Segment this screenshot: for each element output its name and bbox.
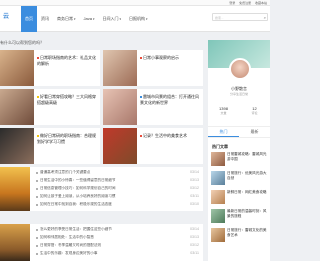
article-title[interactable]: 日常小事观察的启示 bbox=[143, 55, 179, 60]
article-list-panel-2: 怎么更好的享受日常生活：把握住这些小细节 03/14 如何和邻居相处：生活中的小智… bbox=[0, 224, 203, 261]
nav-item-home[interactable]: 首页 bbox=[21, 6, 37, 32]
search-placeholder: 搜索... bbox=[215, 16, 224, 20]
badge-icon bbox=[37, 57, 39, 59]
profile-tagline: 分享生活日常 bbox=[229, 92, 248, 96]
site-logo[interactable]: 云 bbox=[3, 11, 9, 20]
list-item[interactable]: 日常生活中的小惊喜：一些值得留意的日常细节 03/13 bbox=[36, 178, 201, 186]
sidebar-thumbnail[interactable] bbox=[211, 209, 225, 223]
badge-icon bbox=[37, 135, 39, 137]
list-item[interactable]: 普通高考须注意的几个关键要点 03/14 bbox=[36, 170, 201, 178]
badge-icon bbox=[140, 135, 142, 137]
featured-grid: 日常职场指南的艺术：礼品文化的解析 日常小事观察的启示 好看日常穿搭攻略？三大风… bbox=[0, 50, 203, 165]
sidebar-item[interactable]: 日常雷城攻略：雷城风光游中国 bbox=[211, 152, 269, 168]
article-thumbnail[interactable] bbox=[103, 89, 137, 125]
sidebar-thumbnail[interactable] bbox=[211, 190, 225, 204]
chevron-down-icon: ▾ bbox=[74, 17, 76, 21]
badge-icon bbox=[140, 96, 142, 98]
article-card[interactable]: 日常小事观察的启示 bbox=[103, 50, 203, 86]
article-thumbnail[interactable] bbox=[0, 128, 34, 164]
badge-icon bbox=[37, 96, 39, 98]
list-item[interactable]: 如何让孩子爱上阅读，从小培养良好的阅读习惯 03/11 bbox=[36, 194, 201, 202]
register-link[interactable]: 免费注册 bbox=[239, 1, 251, 5]
sidebar-thumbnail[interactable] bbox=[211, 171, 225, 185]
article-card[interactable]: 好看日常穿搭攻略？三大风格穿搭超级高级 bbox=[0, 89, 100, 125]
stat-articles: 1398 文章 bbox=[219, 106, 228, 115]
sidebar-item[interactable]: 新鲜日常：网红美食攻略 bbox=[211, 190, 269, 206]
search-icon[interactable]: ⌕ bbox=[264, 15, 266, 20]
top-links: 登录 免费注册 收藏本站 bbox=[226, 1, 267, 5]
chevron-down-icon: ▾ bbox=[119, 17, 121, 21]
sidebar-item[interactable]: 日常旅行：优美风光游大自然 bbox=[211, 171, 269, 187]
sidebar-tabs: 热门 最新 bbox=[208, 126, 270, 138]
avatar[interactable] bbox=[229, 58, 251, 80]
list-item[interactable]: 日常穿搭：冬季温暖又时尚的搭配法则 03/12 bbox=[36, 243, 201, 251]
article-card[interactable]: 雷城市风景的组合：打开通往风景文化的新世界 bbox=[103, 89, 203, 125]
sidebar: 小野散言 分享生活日常 1398 文章 12 评论 热门 最新 热门文章 日常雷城攻… bbox=[208, 40, 270, 261]
badge-icon bbox=[140, 57, 142, 59]
article-title[interactable]: 做好日常研的职场指南：合理规划好学学习习惯 bbox=[37, 133, 96, 144]
nav-item-intro[interactable]: 日间入门▾ bbox=[98, 6, 125, 32]
favorite-link[interactable]: 收藏本站 bbox=[255, 1, 267, 5]
list-item[interactable]: 如何和邻居相处：生活中的小智慧 03/13 bbox=[36, 235, 201, 243]
nav-item-java[interactable]: Java▾ bbox=[80, 6, 99, 32]
list-item[interactable]: 如何在日常中找到自我：积极乐观的生活态度 03/10 bbox=[36, 202, 201, 210]
tab-latest[interactable]: 最新 bbox=[239, 127, 270, 137]
chevron-down-icon: ▾ bbox=[146, 17, 148, 21]
nav-item-news[interactable]: 资讯 bbox=[37, 6, 53, 32]
article-thumbnail[interactable] bbox=[103, 128, 137, 164]
article-card[interactable]: 记录？生活中的美食艺术 bbox=[103, 128, 203, 164]
article-list: 普通高考须注意的几个关键要点 03/14 日常生活中的小惊喜：一些值得留意的日常细… bbox=[36, 170, 201, 210]
nav-item-agency[interactable]: 日报机构▾ bbox=[125, 6, 152, 32]
article-thumbnail[interactable] bbox=[0, 50, 34, 86]
article-thumbnail[interactable] bbox=[103, 50, 137, 86]
breadcrumb: 有什么可以帮到您的吗？ bbox=[0, 40, 44, 45]
sidebar-section-title: 热门文章 bbox=[212, 144, 228, 149]
article-thumbnail[interactable] bbox=[0, 89, 34, 125]
profile-stats: 1398 文章 12 评论 bbox=[208, 106, 270, 115]
sidebar-article-list: 日常雷城攻略：雷城风光游中国 日常旅行：优美风光游大自然 新鲜日常：网红美食攻略… bbox=[211, 152, 269, 247]
stat-comments: 12 评论 bbox=[251, 106, 258, 115]
article-title[interactable]: 好看日常穿搭攻略？三大风格穿搭超级高级 bbox=[37, 94, 96, 105]
login-link[interactable]: 登录 bbox=[229, 1, 235, 5]
sidebar-thumbnail[interactable] bbox=[211, 152, 225, 166]
nav-item-business[interactable]: 商务日常▾ bbox=[53, 6, 80, 32]
sidebar-item[interactable]: 最新日常的温馨时刻：风景的旅程 bbox=[211, 209, 269, 225]
search-input[interactable]: 搜索... ⌕ bbox=[212, 13, 268, 21]
tab-hot[interactable]: 热门 bbox=[208, 127, 239, 137]
list-item[interactable]: 怎么更好的享受日常生活：把握住这些小细节 03/14 bbox=[36, 227, 201, 235]
list-item[interactable]: 日常信息管理小技巧：如何科学规划自己的时间 03/12 bbox=[36, 186, 201, 194]
main-nav: 首页 资讯 商务日常▾ Java▾ 日间入门▾ 日报机构▾ bbox=[21, 6, 152, 32]
article-list-panel: • 普通高考须注意的几个关键要点03/14 日常生活中的小惊喜：一些值得留意的日… bbox=[0, 166, 203, 211]
section-image[interactable] bbox=[0, 167, 30, 211]
article-title[interactable]: 记录？生活中的美食艺术 bbox=[143, 133, 187, 138]
list-item[interactable]: 生活中的乐趣：发现身边美好的小事 03/11 bbox=[36, 251, 201, 259]
article-title[interactable]: 日常职场指南的艺术：礼品文化的解析 bbox=[37, 55, 96, 66]
sidebar-item[interactable]: 日常旅行：雷城文化的美食艺术 bbox=[211, 228, 269, 244]
article-card[interactable]: 日常职场指南的艺术：礼品文化的解析 bbox=[0, 50, 100, 86]
sidebar-thumbnail[interactable] bbox=[211, 228, 225, 242]
section-image[interactable] bbox=[0, 224, 30, 261]
chevron-down-icon: ▾ bbox=[92, 17, 95, 21]
article-list: 怎么更好的享受日常生活：把握住这些小细节 03/14 如何和邻居相处：生活中的小智… bbox=[36, 227, 201, 259]
article-card[interactable]: 做好日常研的职场指南：合理规划好学学习习惯 bbox=[0, 128, 100, 164]
article-title[interactable]: 雷城市风景的组合：打开通往风景文化的新世界 bbox=[140, 94, 199, 105]
